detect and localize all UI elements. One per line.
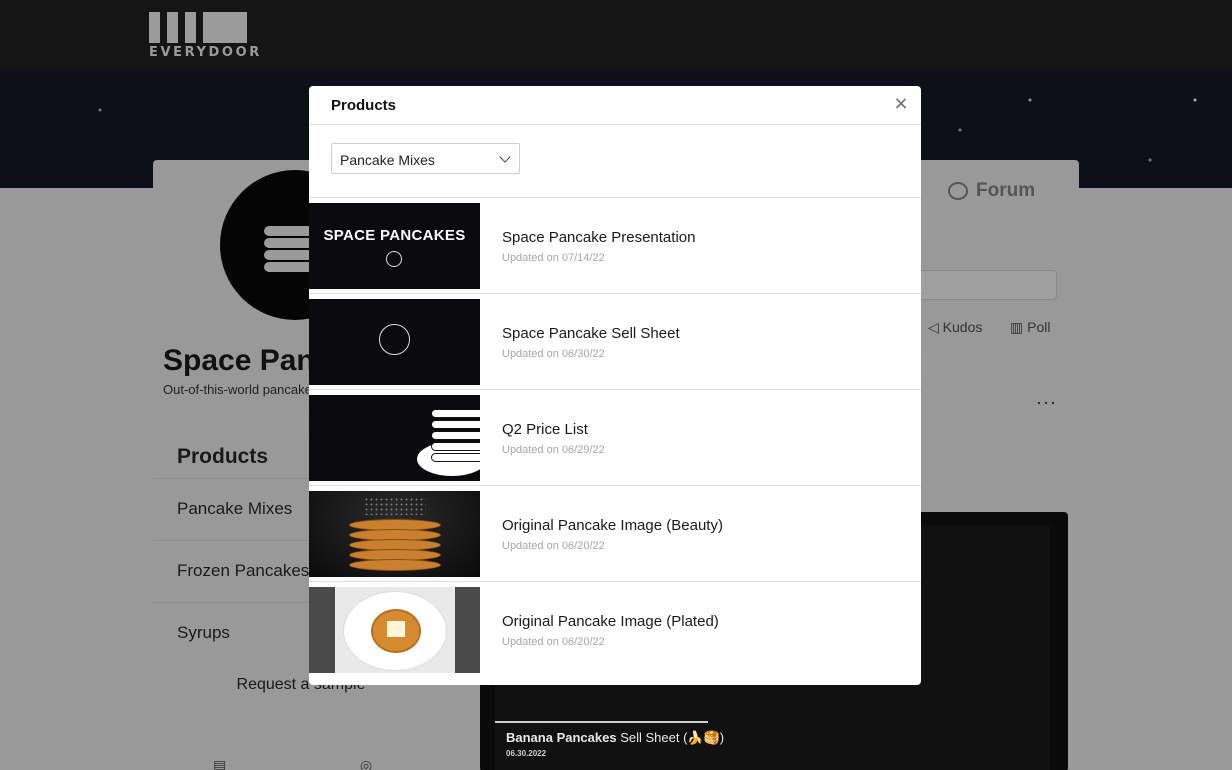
item-title: Original Pancake Image (Plated) xyxy=(502,613,719,630)
pancake-logo-icon xyxy=(386,251,402,267)
sidebar-item-label: Syrups xyxy=(177,623,230,642)
list-item[interactable]: SPACE PANCAKES Space Pancake Presentatio… xyxy=(309,198,921,294)
category-select[interactable]: Pancake Mixes xyxy=(331,143,520,174)
kudos-label: Kudos xyxy=(942,319,983,335)
item-title: Space Pancake Presentation xyxy=(502,229,696,246)
category-select-value: Pancake Mixes xyxy=(340,152,435,168)
powdered-sugar xyxy=(364,497,426,515)
close-icon[interactable]: × xyxy=(893,95,909,113)
modal-header: Products × xyxy=(309,86,921,125)
item-title: Q2 Price List xyxy=(502,421,588,438)
poll-button[interactable]: ▥ Poll xyxy=(1010,319,1050,336)
filter-bar: Pancake Mixes xyxy=(309,125,921,198)
chevron-down-icon xyxy=(499,151,511,163)
brand-logo[interactable]: EVERYDOOR xyxy=(149,12,262,60)
list-item[interactable]: Q2 Price List Updated on 06/29/22 xyxy=(309,390,921,486)
item-updated: Updated on 06/29/22 xyxy=(502,444,605,456)
megaphone-icon: ◁ xyxy=(928,319,943,335)
profile-tagline: Out-of-this-world pancakes xyxy=(163,382,309,397)
price-list-thumbnail xyxy=(309,395,480,481)
item-updated: Updated on 06/30/22 xyxy=(502,348,605,360)
chat-bubble-icon xyxy=(948,182,968,200)
modal-title: Products xyxy=(331,97,397,114)
more-options-icon[interactable]: ··· xyxy=(1036,392,1057,413)
butter-shape xyxy=(387,621,405,637)
beauty-image-thumbnail xyxy=(309,491,480,577)
item-title: Space Pancake Sell Sheet xyxy=(502,325,680,342)
document-icon: ▤ xyxy=(213,757,227,770)
logo-wordmark: EVERYDOOR xyxy=(149,45,262,60)
broadcast-icon: ◎ xyxy=(360,757,373,770)
post-media-date: 06.30.2022 xyxy=(506,749,547,758)
tab-forum-label: Forum xyxy=(976,180,1036,201)
sidebar-item-label: Frozen Pancakes xyxy=(177,561,310,580)
pancake-logo-icon xyxy=(379,324,410,355)
item-updated: Updated on 06/20/22 xyxy=(502,636,605,648)
caption-rest: Sell Sheet (🍌🥞) xyxy=(616,730,725,745)
presentation-thumbnail: SPACE PANCAKES xyxy=(309,203,480,289)
list-item[interactable]: Original Pancake Image (Plated) Updated … xyxy=(309,582,921,678)
list-item[interactable]: Space Pancake Sell Sheet Updated on 06/3… xyxy=(309,294,921,390)
profile-name: Space Pancakes xyxy=(163,344,309,377)
list-item[interactable]: Original Pancake Image (Beauty) Updated … xyxy=(309,486,921,582)
poll-label: Poll xyxy=(1027,319,1051,335)
sidebar-item-label: Pancake Mixes xyxy=(177,499,293,518)
caption-divider xyxy=(495,721,708,723)
products-modal: Products × Pancake Mixes SPACE PANCAKES … xyxy=(309,86,921,685)
products-heading: Products xyxy=(177,445,269,468)
caption-bold: Banana Pancakes xyxy=(506,730,617,745)
logo-mark xyxy=(149,12,253,43)
item-title: Original Pancake Image (Beauty) xyxy=(502,517,723,534)
post-input[interactable] xyxy=(915,270,1057,300)
sell-sheet-thumbnail xyxy=(309,299,480,385)
bar-chart-icon: ▥ xyxy=(1010,319,1028,335)
product-file-list: SPACE PANCAKES Space Pancake Presentatio… xyxy=(309,198,921,678)
item-updated: Updated on 07/14/22 xyxy=(502,252,605,264)
thumbnail-title: SPACE PANCAKES xyxy=(323,227,466,244)
item-updated: Updated on 06/20/22 xyxy=(502,540,605,552)
kudos-button[interactable]: ◁ Kudos xyxy=(928,319,982,336)
post-media-caption: Banana Pancakes Sell Sheet (🍌🥞) xyxy=(506,730,724,746)
tab-forum[interactable]: Forum xyxy=(948,180,1035,202)
plated-image-thumbnail xyxy=(309,587,480,673)
